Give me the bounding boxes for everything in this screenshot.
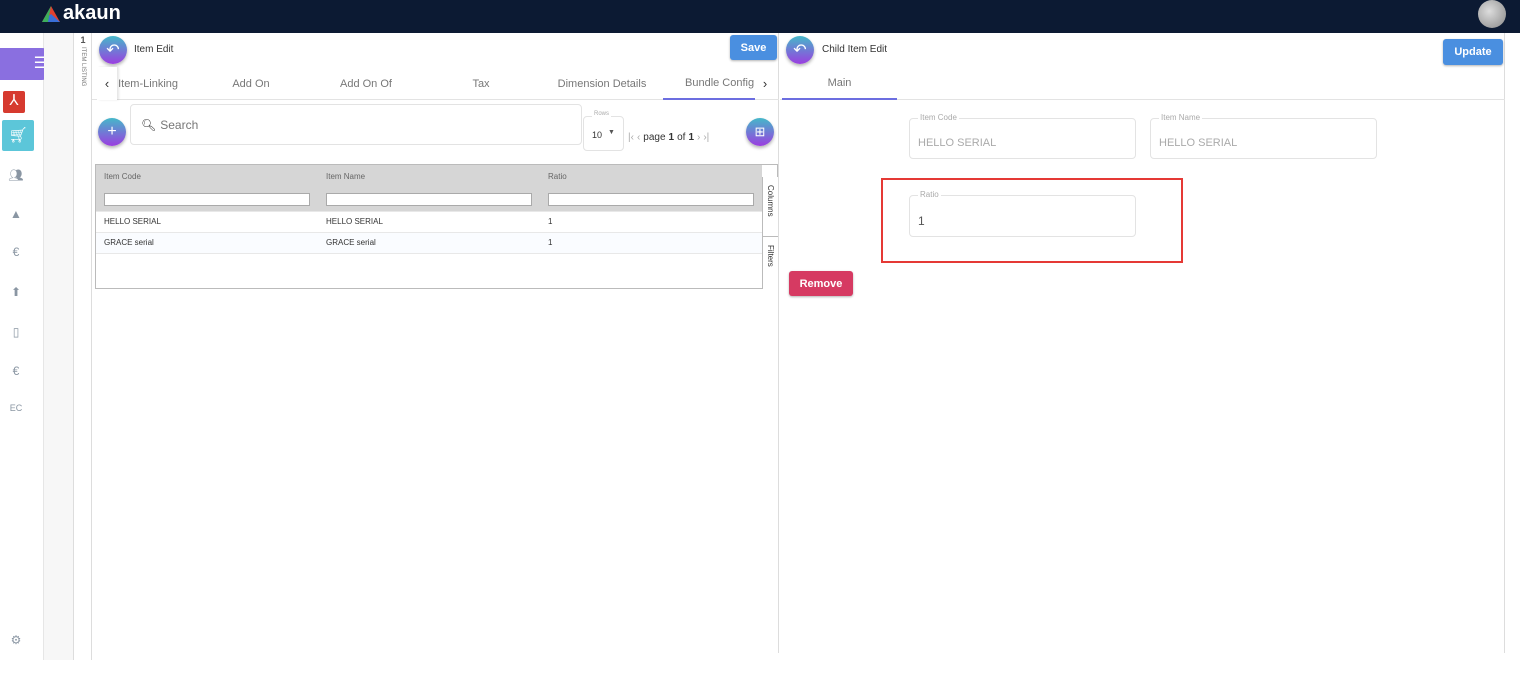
search-input[interactable]: 🔍︎ Search (130, 104, 582, 145)
item-edit-panel: ↶ Item Edit Save ‹ Item-Linking Add On A… (92, 33, 779, 653)
back-arrow-icon: ↶ (793, 42, 807, 59)
tab-dimension-details[interactable]: Dimension Details (547, 67, 657, 100)
document-upload-icon[interactable]: ▯ (8, 325, 24, 339)
child-item-edit-panel: ↶ Child Item Edit Update Main Item Code … (780, 33, 1505, 653)
grid-icon: ⊞ (754, 124, 766, 139)
filters-label: Filters (766, 245, 775, 267)
item-name-label: Item Name (1159, 113, 1203, 122)
table-row[interactable]: GRACE serial GRACE serial 1 (96, 232, 762, 254)
panel-title: Child Item Edit (822, 44, 888, 55)
filter-ratio[interactable] (548, 192, 754, 206)
data-grid: Item Code Item Name Ratio HELLO SERIAL HE… (95, 164, 778, 289)
remove-button[interactable]: Remove (789, 271, 853, 296)
logo-text: akaun (63, 2, 121, 24)
search-icon: 🔍︎ (141, 117, 157, 132)
cell-item-name: GRACE serial (318, 232, 540, 254)
save-button[interactable]: Save (730, 35, 777, 60)
rows-select[interactable]: Rows 10 ▼ (583, 111, 624, 151)
tab-main[interactable]: Main (782, 67, 897, 100)
ec-icon[interactable]: EC (8, 403, 24, 413)
back-arrow-icon: ↶ (106, 42, 120, 59)
sidebar: ☰ ⅄ 🛒︎ 👥︎ ▲ € ⬆ ▯ € EC ⚙ (0, 33, 58, 660)
settings-icon[interactable]: ⚙ (8, 633, 24, 647)
column-header-item-code[interactable]: Item Code (96, 165, 318, 188)
tabs-next-arrow[interactable]: › (755, 67, 775, 100)
cell-item-code: GRACE serial (96, 232, 318, 254)
update-button[interactable]: Update (1443, 39, 1503, 65)
current-page: 1 (668, 132, 675, 143)
upload-icon[interactable]: ⬆ (8, 285, 24, 299)
chevron-down-icon: ▼ (608, 129, 615, 136)
ratio-input[interactable]: Ratio 1 (909, 190, 1136, 237)
column-header-ratio[interactable]: Ratio (540, 165, 762, 188)
app-icon-red[interactable]: ⅄ (3, 91, 25, 113)
warehouse-icon[interactable]: ▲ (8, 207, 24, 221)
prev-page-icon[interactable]: ‹ (637, 132, 640, 143)
rows-value: 10 (592, 130, 603, 140)
last-page-icon[interactable]: ›| (703, 132, 709, 143)
tab-bundle-config[interactable]: Bundle Config (663, 67, 755, 100)
item-code-field[interactable]: Item Code HELLO SERIAL (909, 113, 1136, 159)
payment-icon[interactable]: € (8, 364, 24, 378)
first-page-icon[interactable]: |‹ (628, 132, 634, 143)
gutter (44, 33, 74, 660)
users-icon[interactable]: 👥︎ (8, 168, 24, 182)
euro-icon[interactable]: € (8, 245, 24, 259)
next-page-icon[interactable]: › (697, 132, 700, 143)
column-header-item-name[interactable]: Item Name (318, 165, 540, 188)
listing-label: ITEM LISTING (80, 47, 86, 87)
tab-add-on[interactable]: Add On (202, 67, 300, 100)
ratio-label: Ratio (918, 190, 941, 199)
filters-panel-button[interactable]: Filters (763, 237, 778, 272)
item-name-field[interactable]: Item Name HELLO SERIAL (1150, 113, 1377, 159)
user-avatar[interactable] (1478, 0, 1506, 28)
cell-ratio: 1 (540, 211, 762, 233)
top-bar: akaun (0, 0, 1520, 33)
panel-title: Item Edit (134, 44, 174, 55)
item-listing-strip[interactable]: 1 ITEM LISTING (75, 33, 92, 660)
tab-add-on-of[interactable]: Add On Of (317, 67, 415, 100)
tabs-prev-arrow[interactable]: ‹ (97, 67, 117, 100)
filter-item-code[interactable] (104, 192, 310, 206)
item-code-label: Item Code (918, 113, 959, 122)
tab-item-linking[interactable]: Item-Linking (102, 67, 202, 100)
logo-icon (42, 5, 60, 22)
item-code-value: HELLO SERIAL (918, 137, 997, 149)
rows-label: Rows (592, 111, 612, 117)
of-word: of (677, 132, 686, 143)
table-row[interactable]: HELLO SERIAL HELLO SERIAL 1 (96, 211, 762, 233)
cart-icon[interactable]: 🛒︎ (2, 120, 34, 151)
tab-tax[interactable]: Tax (432, 67, 530, 100)
cell-item-code: HELLO SERIAL (96, 211, 318, 233)
columns-panel-button[interactable]: Columns (763, 177, 778, 237)
total-pages: 1 (688, 132, 694, 143)
item-name-value: HELLO SERIAL (1159, 137, 1238, 149)
cell-ratio: 1 (540, 232, 762, 254)
columns-label: Columns (766, 185, 775, 217)
grid-view-button[interactable]: ⊞ (746, 118, 774, 146)
page-word: page (643, 132, 666, 143)
cell-item-name: HELLO SERIAL (318, 211, 540, 233)
search-placeholder: Search (160, 117, 199, 132)
ratio-value: 1 (918, 214, 925, 228)
listing-count: 1 (80, 35, 86, 45)
filter-item-name[interactable] (326, 192, 532, 206)
app-logo[interactable]: akaun (42, 2, 121, 25)
back-button[interactable]: ↶ (99, 36, 127, 64)
add-button[interactable]: + (98, 118, 126, 146)
pagination: |‹ ‹ page 1 of 1 › ›| (628, 132, 709, 143)
back-button[interactable]: ↶ (786, 36, 814, 64)
plus-icon: + (107, 123, 117, 140)
